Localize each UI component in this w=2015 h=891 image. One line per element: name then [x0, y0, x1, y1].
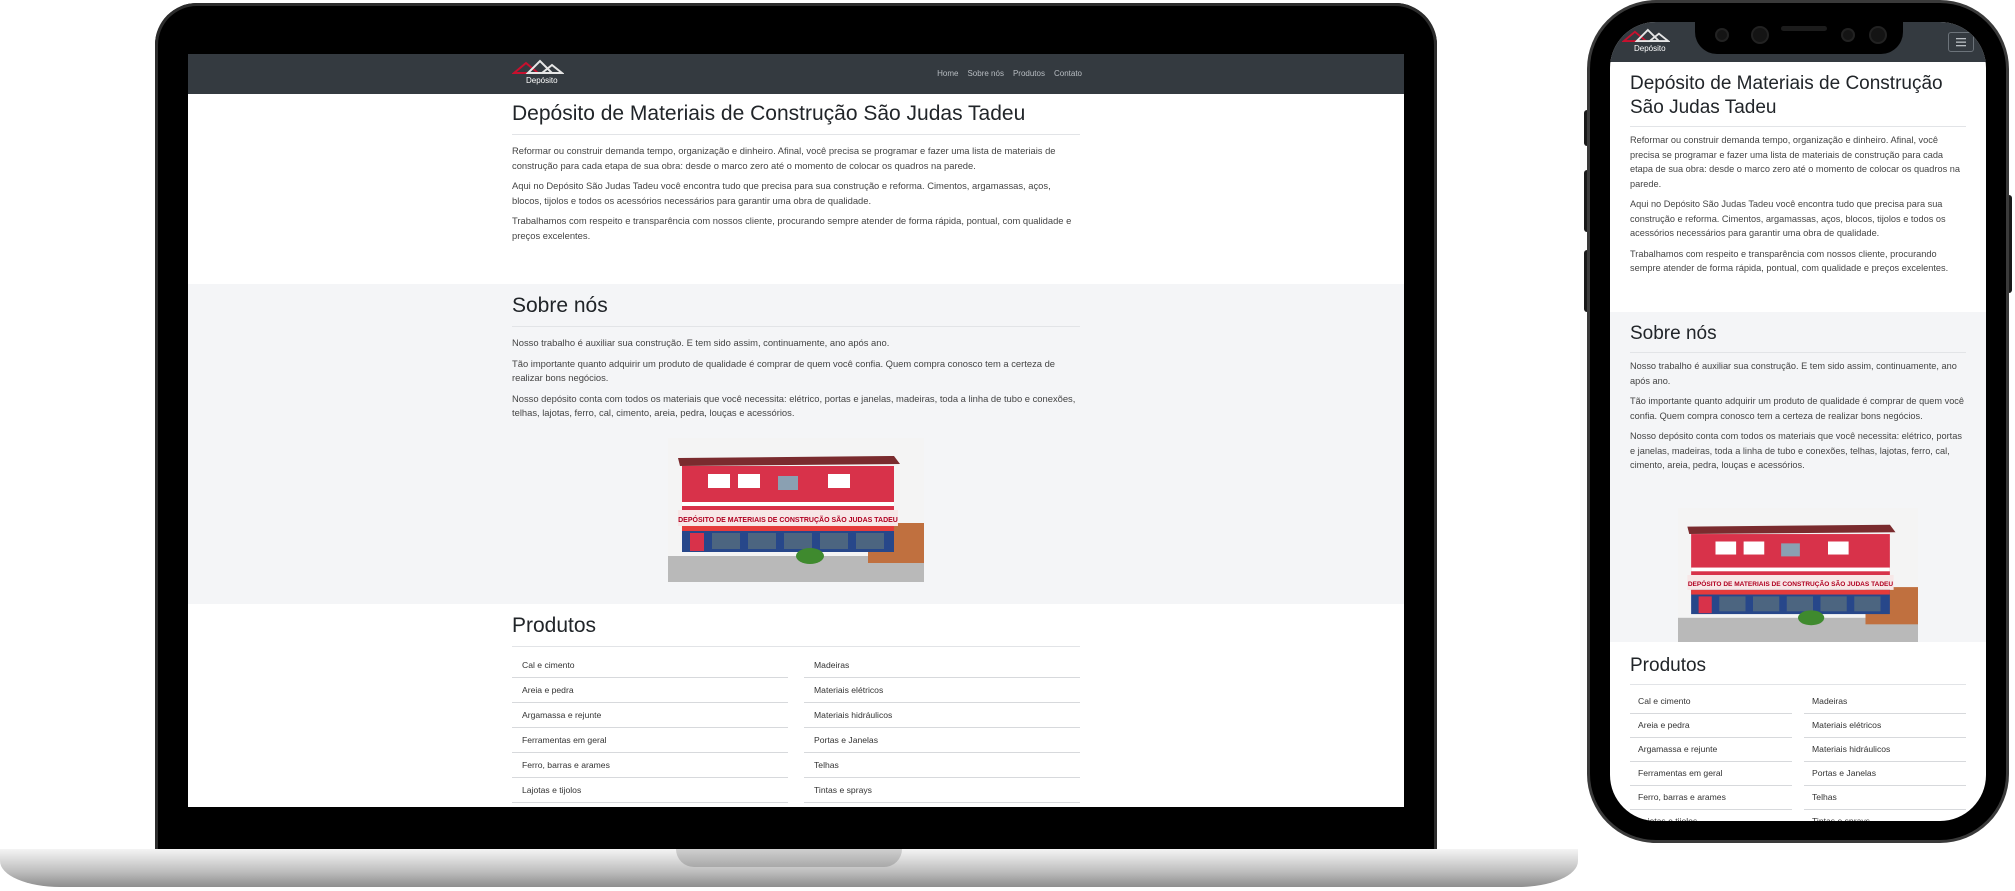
sensor-icon	[1843, 30, 1853, 40]
storefront-image: DEPÓSITO DE MATERIAIS DE CONSTRUÇÃO SÃO …	[668, 438, 924, 582]
laptop-screen: Depósito Home Sobre nós Produtos Contato…	[188, 54, 1404, 807]
storefront-sign: DEPÓSITO DE MATERIAIS DE CONSTRUÇÃO SÃO …	[678, 515, 898, 524]
mobile-products-title: Produtos	[1630, 655, 1707, 676]
speaker-icon	[1781, 26, 1827, 31]
page-title: Depósito de Materiais de Construção São …	[512, 102, 1026, 125]
about-section: Sobre nós Nosso trabalho é auxiliar sua …	[188, 284, 1404, 604]
intro-paragraph: Aqui no Depósito São Judas Tadeu você en…	[512, 180, 1051, 206]
mobile-about-section: Sobre nós Nosso trabalho é auxiliar sua …	[1610, 312, 1986, 642]
camera-icon	[1753, 28, 1767, 42]
logo-text: Depósito	[1634, 44, 1666, 53]
product-item: Cal e cimento	[1630, 690, 1792, 714]
about-title: Sobre nós	[512, 294, 608, 317]
about-divider	[1630, 352, 1966, 353]
products-list-left: Cal e cimento Areia e pedra Argamassa e …	[512, 653, 788, 803]
mobile-storefront-image: DEPÓSITO DE MATERIAIS DE CONSTRUÇÃO SÃO …	[1678, 508, 1918, 642]
product-item: Areia e pedra	[1630, 714, 1792, 738]
navbar: Depósito Home Sobre nós Produtos Contato	[188, 54, 1404, 94]
product-item: Lajotas e tijolos	[512, 778, 788, 803]
mobile-brand-logo[interactable]: Depósito	[1622, 28, 1670, 53]
intro-paragraph: Aqui no Depósito São Judas Tadeu você en…	[1630, 199, 1946, 238]
nav-link-contato[interactable]: Contato	[1054, 69, 1082, 78]
mobile-products-list-left: Cal e cimento Areia e pedra Argamassa e …	[1630, 690, 1792, 821]
product-item: Madeiras	[804, 653, 1080, 678]
intro-paragraph: Trabalhamos com respeito e transparência…	[512, 215, 1072, 241]
product-item: Madeiras	[1804, 690, 1966, 714]
product-item: Portas e Janelas	[1804, 762, 1966, 786]
title-divider	[1630, 126, 1966, 127]
storefront-sign: DEPÓSITO DE MATERIAIS DE CONSTRUÇÃO SÃO …	[1688, 579, 1894, 588]
product-item: Areia e pedra	[512, 678, 788, 703]
product-item: Ferro, barras e arames	[1630, 786, 1792, 810]
title-divider	[512, 134, 1080, 135]
mobile-page-title: Depósito de Materiais de Construção São …	[1630, 73, 1943, 118]
intro-section: Depósito de Materiais de Construção São …	[188, 94, 1404, 284]
logo-text: Depósito	[526, 76, 558, 85]
product-item: Ferro, barras e arames	[512, 753, 788, 778]
mobile-products-list-right: Madeiras Materiais elétricos Materiais h…	[1804, 690, 1966, 821]
about-paragraph: Nosso trabalho é auxiliar sua construção…	[512, 337, 890, 348]
product-item: Telhas	[804, 753, 1080, 778]
brand-logo[interactable]: Depósito	[512, 59, 564, 85]
product-item: Telhas	[1804, 786, 1966, 810]
products-title: Produtos	[512, 614, 597, 637]
product-item: Ferramentas em geral	[512, 728, 788, 753]
products-section: Produtos Cal e cimento Areia e pedra Arg…	[188, 604, 1404, 807]
product-item: Portas e Janelas	[804, 728, 1080, 753]
mobile-about-title: Sobre nós	[1630, 323, 1717, 344]
roof-logo-icon	[512, 59, 564, 74]
intro-paragraph: Reformar ou construir demanda tempo, org…	[1630, 135, 1960, 189]
about-paragraph: Nosso depósito conta com todos os materi…	[1630, 431, 1962, 470]
product-item: Materiais hidráulicos	[804, 703, 1080, 728]
product-item: Argamassa e rejunte	[1630, 738, 1792, 762]
laptop-hinge-notch	[676, 849, 902, 867]
hamburger-icon	[1956, 38, 1966, 47]
product-item: Materiais hidráulicos	[1804, 738, 1966, 762]
product-item: Lajotas e tijolos	[1630, 810, 1792, 821]
products-list-right: Madeiras Materiais elétricos Materiais h…	[804, 653, 1080, 803]
about-paragraph: Tão importante quanto adquirir um produt…	[1630, 396, 1965, 421]
menu-toggle-button[interactable]	[1948, 32, 1974, 52]
about-paragraph: Nosso depósito conta com todos os materi…	[512, 392, 1076, 419]
product-item: Cal e cimento	[512, 653, 788, 678]
mobile-intro-section: Depósito de Materiais de Construção São …	[1610, 62, 1986, 312]
product-item: Materiais elétricos	[804, 678, 1080, 703]
about-paragraph: Nosso trabalho é auxiliar sua construção…	[1630, 361, 1957, 386]
product-item: Materiais elétricos	[1804, 714, 1966, 738]
intro-paragraph: Reformar ou construir demanda tempo, org…	[512, 145, 1056, 171]
phone-screen: Depósito Depósito de Materiais de Constr…	[1610, 22, 1986, 821]
about-paragraph: Tão importante quanto adquirir um produt…	[512, 357, 1056, 384]
mobile-products-section: Produtos Cal e cimento Areia e pedra Arg…	[1610, 642, 1986, 821]
product-item: Ferramentas em geral	[1630, 762, 1792, 786]
nav-link-produtos[interactable]: Produtos	[1013, 69, 1045, 78]
about-divider	[512, 326, 1080, 327]
sensor-icon	[1717, 30, 1727, 40]
nav-link-sobre[interactable]: Sobre nós	[967, 69, 1003, 78]
product-item: Tintas e sprays	[1804, 810, 1966, 821]
products-divider	[512, 646, 1080, 647]
product-item: Argamassa e rejunte	[512, 703, 788, 728]
nav-links: Home Sobre nós Produtos Contato	[928, 69, 1082, 78]
products-divider	[1630, 684, 1966, 685]
phone-side-button	[2006, 195, 2012, 293]
nav-link-home[interactable]: Home	[937, 69, 958, 78]
phone-notch	[1695, 18, 1903, 54]
roof-logo-icon	[1622, 28, 1670, 42]
front-camera-icon	[1871, 28, 1885, 42]
intro-paragraph: Trabalhamos com respeito e transparência…	[1630, 248, 1949, 274]
product-item: Tintas e sprays	[804, 778, 1080, 803]
